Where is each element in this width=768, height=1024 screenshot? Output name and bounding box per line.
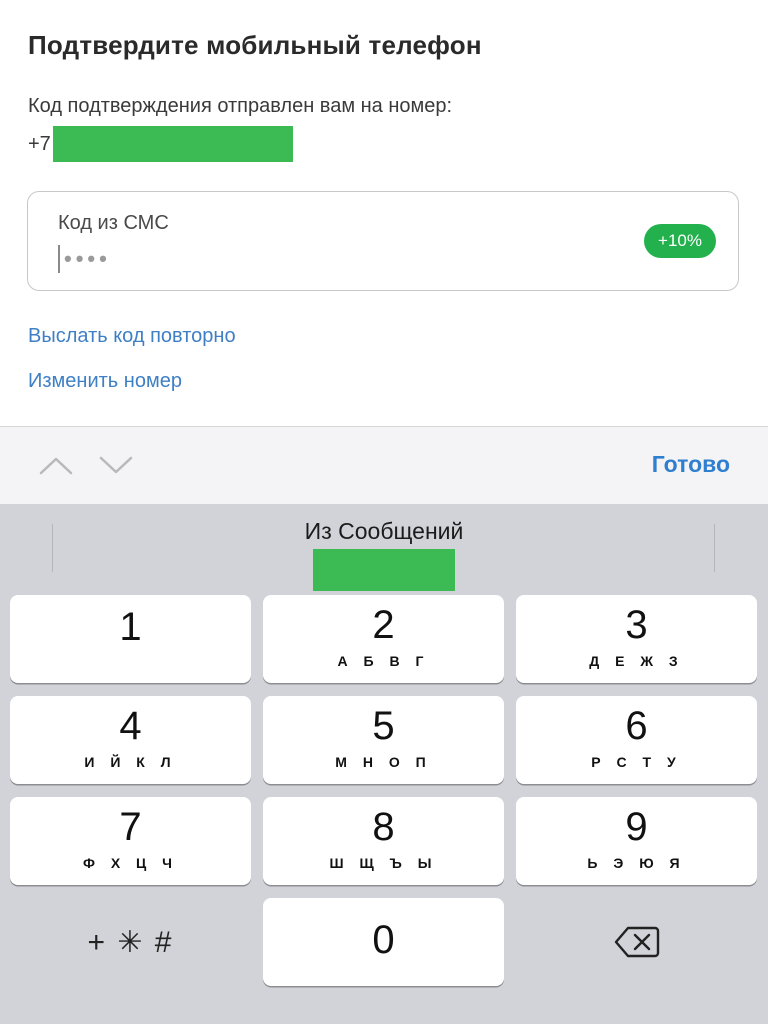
key-8[interactable]: 8 Ш Щ Ъ Ы <box>263 797 504 885</box>
chevron-down-icon <box>99 456 133 474</box>
phone-number-redaction <box>52 126 293 162</box>
sms-code-suggestion[interactable]: Из Сообщений <box>230 518 538 591</box>
code-sent-message: Код подтверждения отправлен вам на номер… <box>28 95 453 117</box>
key-letters: М Н О П <box>335 754 432 770</box>
key-1[interactable]: 1 <box>10 595 251 683</box>
phone-number: +7 <box>28 126 293 162</box>
key-5[interactable]: 5 М Н О П <box>263 696 504 784</box>
key-digit: 2 <box>372 603 395 647</box>
key-4[interactable]: 4 И Й К Л <box>10 696 251 784</box>
text-caret <box>58 245 60 273</box>
suggestion-divider <box>714 524 715 572</box>
key-letters: Р С Т У <box>591 754 682 770</box>
suggestion-bar: Из Сообщений <box>0 504 768 594</box>
key-letters: Ш Щ Ъ Ы <box>329 855 438 871</box>
page-title: Подтвердите мобильный телефон <box>28 30 482 60</box>
phone-prefix: +7 <box>28 132 51 155</box>
symbols-key[interactable]: + ✳ # <box>10 898 251 986</box>
resend-code-link[interactable]: Выслать код повторно <box>28 325 236 348</box>
key-digit: 4 <box>119 704 142 748</box>
key-letters: А Б В Г <box>337 653 430 669</box>
change-number-link[interactable]: Изменить номер <box>28 370 182 393</box>
key-2[interactable]: 2 А Б В Г <box>263 595 504 683</box>
key-digit: 8 <box>372 805 395 849</box>
key-3[interactable]: 3 Д Е Ж З <box>516 595 757 683</box>
key-digit: 5 <box>372 704 395 748</box>
verification-screen: Подтвердите мобильный телефон Код подтве… <box>0 0 768 426</box>
previous-field-button[interactable] <box>36 445 76 485</box>
key-digit: 7 <box>119 805 142 849</box>
sms-code-masked-value: •••• <box>64 246 111 271</box>
key-letters: И Й К Л <box>84 754 177 770</box>
suggested-code-redaction <box>313 549 455 591</box>
key-9[interactable]: 9 Ь Э Ю Я <box>516 797 757 885</box>
done-button[interactable]: Готово <box>652 451 730 478</box>
symbols-key-label: + ✳ # <box>87 925 174 959</box>
key-6[interactable]: 6 Р С Т У <box>516 696 757 784</box>
key-digit: 3 <box>625 603 648 647</box>
chevron-up-icon <box>39 457 73 475</box>
key-7[interactable]: 7 Ф Х Ц Ч <box>10 797 251 885</box>
suggestion-source-label: Из Сообщений <box>304 518 464 544</box>
sms-code-field[interactable]: Код из СМС •••• +10% <box>27 191 739 291</box>
next-field-button[interactable] <box>96 445 136 485</box>
sms-code-label: Код из СМС <box>58 212 169 234</box>
key-digit: 1 <box>119 605 142 649</box>
key-digit: 0 <box>372 918 395 962</box>
backspace-icon <box>614 926 659 958</box>
bonus-badge: +10% <box>644 224 716 258</box>
suggestion-divider <box>52 524 53 572</box>
key-letters: Ь Э Ю Я <box>587 855 686 871</box>
numeric-keypad: Из Сообщений 1 2 А Б В Г 3 Д Е Ж З 4 И Й… <box>0 504 768 1024</box>
sms-code-input[interactable]: •••• <box>58 242 111 276</box>
key-letters: Д Е Ж З <box>589 653 684 669</box>
delete-key[interactable] <box>516 898 757 986</box>
keyboard-accessory-bar: Готово <box>0 426 768 504</box>
key-digit: 9 <box>625 805 648 849</box>
key-digit: 6 <box>625 704 648 748</box>
key-0[interactable]: 0 <box>263 898 504 986</box>
key-letters: Ф Х Ц Ч <box>82 855 179 871</box>
